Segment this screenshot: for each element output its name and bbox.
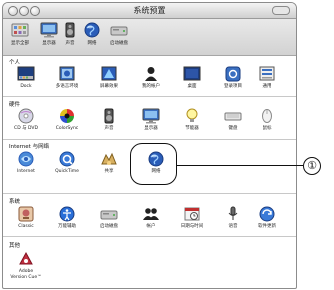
pref-label: 多语言环境 xyxy=(55,84,79,89)
pref-label: 桌面 xyxy=(187,84,197,89)
keyboard-icon xyxy=(224,108,242,124)
pref-accounts[interactable]: 帐户 xyxy=(129,206,173,230)
classic-icon xyxy=(17,206,35,222)
startup-disk-icon xyxy=(100,206,118,222)
pref-startup-disk[interactable]: 启动磁盘 xyxy=(87,206,131,230)
pref-display[interactable]: 显示器 xyxy=(129,108,173,132)
pref-sharing[interactable]: 共享 xyxy=(87,151,131,175)
pref-sound[interactable]: 声音 xyxy=(87,108,131,132)
pref-label: CD 与 DVD xyxy=(14,126,38,131)
login-items-icon xyxy=(224,66,242,82)
title-bar: 系统预置 xyxy=(3,3,296,19)
mouse-icon xyxy=(258,108,276,124)
pref-cd-dvd[interactable]: CD 与 DVD xyxy=(4,108,48,132)
pref-software-update[interactable]: 软件更新 xyxy=(245,206,289,230)
pref-label: 软件更新 xyxy=(258,224,276,229)
pref-label: 显示器 xyxy=(144,126,158,131)
pref-label: 共享 xyxy=(104,169,114,174)
section-divider xyxy=(3,193,296,194)
pref-label: Classic xyxy=(18,224,34,229)
section-title-hardware: 硬件 xyxy=(9,102,21,108)
pref-label: 声音 xyxy=(104,126,114,131)
sound-icon xyxy=(100,108,118,124)
pref-screen-effects[interactable]: 屏幕效果 xyxy=(87,66,131,90)
section-title-other: 其他 xyxy=(9,243,21,249)
desktop-icon xyxy=(183,66,201,82)
software-update-icon xyxy=(258,206,276,222)
pref-label: 万能辅助 xyxy=(58,224,76,229)
pref-my-account[interactable]: 我的帐户 xyxy=(129,66,173,90)
section-title-personal: 个人 xyxy=(9,60,21,66)
pref-energy-saver[interactable]: 节能器 xyxy=(170,108,214,132)
dock-icon xyxy=(17,66,35,82)
pref-label: 屏幕效果 xyxy=(100,84,118,89)
section-divider xyxy=(3,96,296,97)
window-title: 系统预置 xyxy=(133,6,166,15)
pref-label: 节能器 xyxy=(185,126,199,131)
pref-general[interactable]: 通用 xyxy=(245,66,289,90)
section-divider xyxy=(3,139,296,140)
pref-internet[interactable]: Internet xyxy=(4,151,48,175)
section-divider xyxy=(3,236,296,237)
callout-number: ① xyxy=(303,157,321,175)
pref-colorsync[interactable]: ColorSync xyxy=(45,108,89,132)
pref-mouse[interactable]: 鼠标 xyxy=(245,108,289,132)
startup-disk-icon xyxy=(110,22,128,38)
pref-label: 启动磁盘 xyxy=(100,224,118,229)
callout-highlight xyxy=(130,143,177,185)
pref-label: QuickTime xyxy=(55,169,79,174)
screen-effects-icon xyxy=(100,66,118,82)
pref-label: Adobe Version Cue™ xyxy=(10,269,42,280)
internet-icon xyxy=(17,151,35,167)
my-account-icon xyxy=(142,66,160,82)
section-title-internet-network: Internet 与网络 xyxy=(9,144,50,150)
pref-international[interactable]: 多语言环境 xyxy=(45,66,89,90)
date-time-icon xyxy=(183,206,201,222)
toolbar-label: 显示全部 xyxy=(11,41,29,46)
pref-label: 鼠标 xyxy=(262,126,272,131)
quicktime-icon xyxy=(58,151,76,167)
pref-label: 通用 xyxy=(262,84,272,89)
pref-quicktime[interactable]: QuickTime xyxy=(45,151,89,175)
toolbar-toggle-button[interactable] xyxy=(272,6,290,15)
pref-label: 我的帐户 xyxy=(142,84,160,89)
pref-label: 日期与时间 xyxy=(180,224,204,229)
speech-icon xyxy=(224,206,242,222)
display-icon xyxy=(142,108,160,124)
pref-classic[interactable]: Classic xyxy=(4,206,48,230)
energy-saver-icon xyxy=(183,108,201,124)
pref-label: Internet xyxy=(17,169,35,174)
pref-dock[interactable]: Dock xyxy=(4,66,48,90)
cd-dvd-icon xyxy=(17,108,35,124)
toolbar-startup-disk[interactable]: 启动磁盘 xyxy=(104,22,134,46)
toolbar-network[interactable]: 网络 xyxy=(77,22,107,46)
pref-label: Dock xyxy=(20,84,32,89)
section-title-system: 系统 xyxy=(9,199,21,205)
international-icon xyxy=(58,66,76,82)
toolbar-show-all[interactable]: 显示全部 xyxy=(5,22,35,46)
toolbar-label: 网络 xyxy=(87,41,97,46)
toolbar: 显示全部 显示器 声音 网络 启动磁盘 xyxy=(3,19,296,56)
universal-access-icon xyxy=(58,206,76,222)
colorsync-icon xyxy=(58,108,76,124)
adobe-version-cue-icon xyxy=(17,251,35,267)
general-icon xyxy=(258,66,276,82)
accounts-icon xyxy=(142,206,160,222)
sharing-icon xyxy=(100,151,118,167)
show-all-icon xyxy=(11,22,29,38)
toolbar-label: 启动磁盘 xyxy=(110,41,128,46)
pref-date-time[interactable]: 日期与时间 xyxy=(170,206,214,230)
callout-leader-line xyxy=(176,165,303,166)
pref-universal-access[interactable]: 万能辅助 xyxy=(45,206,89,230)
pref-label: ColorSync xyxy=(55,126,79,131)
pref-label: 帐户 xyxy=(146,224,156,229)
pref-adobe-version-cue[interactable]: Adobe Version Cue™ xyxy=(4,251,48,280)
pref-desktop[interactable]: 桌面 xyxy=(170,66,214,90)
network-icon xyxy=(83,22,101,38)
